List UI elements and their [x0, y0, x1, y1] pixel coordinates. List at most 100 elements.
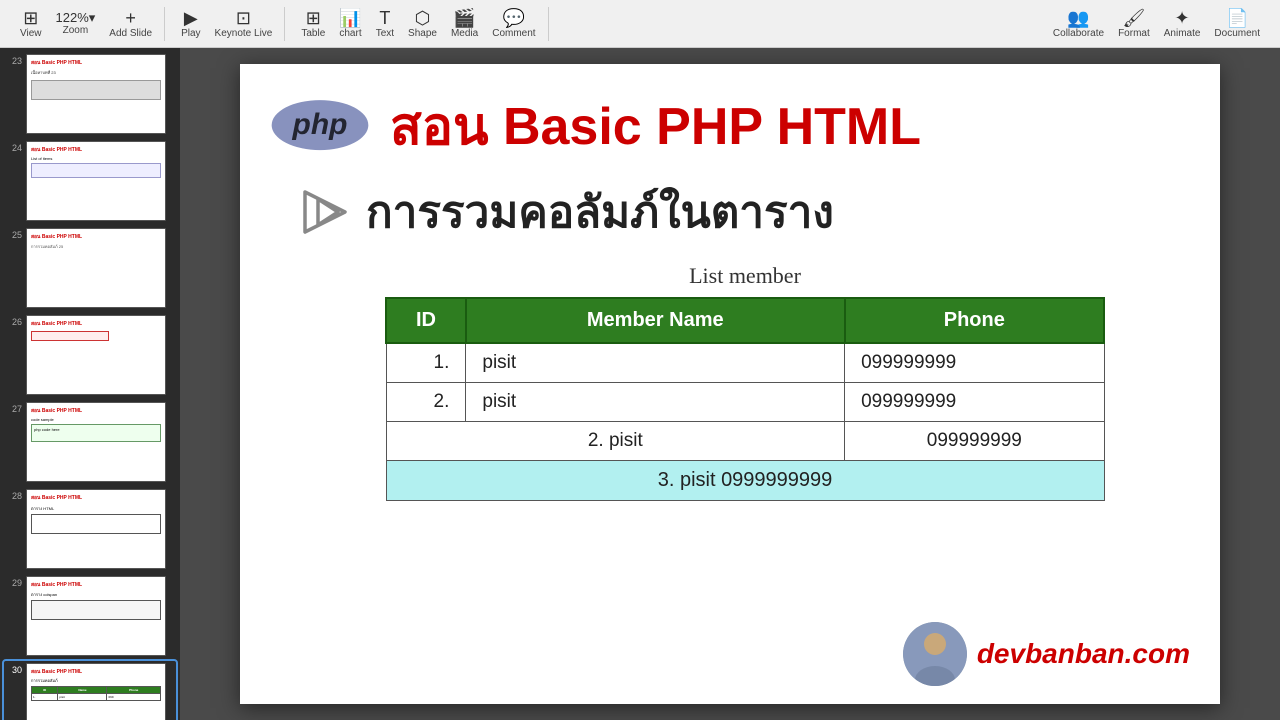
view-icon: ⊞ — [23, 9, 38, 27]
slide-preview-23: สอน Basic PHP HTML เนื้อหาบทที่ 23 — [26, 54, 166, 134]
add-slide-button[interactable]: + Add Slide — [103, 7, 158, 41]
cell-merged-id-name: 2. pisit — [386, 422, 845, 461]
insert-group: ⊞ Table 📊 chart T Text ⬡ Shape 🎬 Media 💬… — [289, 7, 548, 41]
list-member-caption: List member — [300, 263, 1190, 289]
slide-title: สอน Basic PHP HTML — [390, 84, 921, 167]
cell-id-1: 1. — [386, 343, 466, 383]
slide-preview-26: สอน Basic PHP HTML — [26, 315, 166, 395]
slide-num-26: 26 — [6, 317, 22, 327]
table-header-phone: Phone — [845, 298, 1104, 343]
text-icon: T — [379, 9, 390, 27]
format-icon: 🖌 — [1122, 9, 1145, 27]
collaborate-icon: 👥 — [1067, 9, 1089, 27]
text-label: Text — [376, 28, 394, 39]
slide-num-25: 25 — [6, 230, 22, 240]
document-button[interactable]: 📄 Document — [1208, 7, 1266, 41]
add-slide-icon: + — [125, 9, 136, 27]
slide-num-30: 30 — [6, 665, 22, 675]
avatar — [903, 622, 967, 686]
slide-preview-29: สอน Basic PHP HTML ตาราง colspan — [26, 576, 166, 656]
table-label: Table — [301, 28, 325, 39]
animate-button[interactable]: ✦ Animate — [1158, 7, 1207, 41]
slide-preview-24: สอน Basic PHP HTML List of items — [26, 141, 166, 221]
brand-url: devbanban.com — [977, 638, 1190, 670]
cell-full-merged: 3. pisit 0999999999 — [386, 461, 1104, 501]
cell-phone-3: 099999999 — [845, 422, 1104, 461]
table-icon: ⊞ — [306, 9, 321, 27]
slide-preview-28: สอน Basic PHP HTML ตาราง HTML — [26, 489, 166, 569]
view-label: View — [20, 28, 42, 39]
slide-thumb-26[interactable]: 26 สอน Basic PHP HTML — [4, 313, 176, 397]
slide-thumb-28[interactable]: 28 สอน Basic PHP HTML ตาราง HTML — [4, 487, 176, 571]
slide-thumb-24[interactable]: 24 สอน Basic PHP HTML List of items — [4, 139, 176, 223]
chart-icon: 📊 — [339, 9, 361, 27]
slide-preview-30: สอน Basic PHP HTML การรวมคอลัมภ์ IDNameP… — [26, 663, 166, 720]
slide-thumb-27[interactable]: 27 สอน Basic PHP HTML code sample php co… — [4, 400, 176, 484]
document-icon: 📄 — [1226, 9, 1248, 27]
media-button[interactable]: 🎬 Media — [445, 7, 484, 41]
keynote-live-icon: ⊡ — [236, 9, 251, 27]
cell-phone-2: 099999999 — [845, 383, 1104, 422]
table-row: 2. pisit 099999999 — [386, 383, 1104, 422]
main-area: 23 สอน Basic PHP HTML เนื้อหาบทที่ 23 24… — [0, 48, 1280, 720]
slide-num-24: 24 — [6, 143, 22, 153]
table-button[interactable]: ⊞ Table — [295, 7, 331, 41]
text-button[interactable]: T Text — [370, 7, 400, 41]
php-logo: php — [270, 98, 370, 153]
media-label: Media — [451, 28, 478, 39]
slide-thumb-30[interactable]: 30 สอน Basic PHP HTML การรวมคอลัมภ์ IDNa… — [4, 661, 176, 720]
comment-label: Comment — [492, 28, 535, 39]
zoom-button[interactable]: 122%▾ Zoom — [50, 9, 102, 38]
toolbar: ⊞ View 122%▾ Zoom + Add Slide ▶ Play ⊡ K… — [0, 0, 1280, 48]
slide-panel: 23 สอน Basic PHP HTML เนื้อหาบทที่ 23 24… — [0, 48, 180, 720]
avatar-image — [903, 622, 967, 686]
section-heading: การรวมคอลัมภ์ในตาราง — [300, 177, 1190, 247]
collaborate-button[interactable]: 👥 Collaborate — [1047, 7, 1110, 41]
slide-preview-27: สอน Basic PHP HTML code sample php code … — [26, 402, 166, 482]
play-icon: ▶ — [184, 9, 198, 27]
collaborate-label: Collaborate — [1053, 28, 1104, 39]
slide-num-29: 29 — [6, 578, 22, 588]
play-label: Play — [181, 28, 200, 39]
shape-icon: ⬡ — [415, 9, 431, 27]
cell-name-2: pisit — [466, 383, 845, 422]
canvas-area: php สอน Basic PHP HTML การรวมคอลัมภ์ในตา… — [180, 48, 1280, 720]
slide-num-23: 23 — [6, 56, 22, 66]
play-button[interactable]: ▶ Play — [175, 7, 206, 41]
document-label: Document — [1214, 28, 1260, 39]
slide-thumb-25[interactable]: 25 สอน Basic PHP HTML การรวมคอลัมภ์ 25 — [4, 226, 176, 310]
data-table: ID Member Name Phone 1. pisit 099999999 — [385, 297, 1105, 501]
play-triangle-icon — [300, 187, 350, 237]
shape-label: Shape — [408, 28, 437, 39]
slide-preview-25: สอน Basic PHP HTML การรวมคอลัมภ์ 25 — [26, 228, 166, 308]
comment-button[interactable]: 💬 Comment — [486, 7, 541, 41]
comment-icon: 💬 — [503, 9, 525, 27]
slide-header: php สอน Basic PHP HTML — [240, 64, 1220, 177]
table-row-full-merge: 3. pisit 0999999999 — [386, 461, 1104, 501]
shape-button[interactable]: ⬡ Shape — [402, 7, 443, 41]
slide-num-28: 28 — [6, 491, 22, 501]
format-button[interactable]: 🖌 Format — [1112, 7, 1156, 41]
branding: devbanban.com — [903, 622, 1190, 686]
chart-label: chart — [339, 28, 361, 39]
slide-body: การรวมคอลัมภ์ในตาราง List member ID Memb… — [240, 177, 1220, 511]
table-header-id: ID — [386, 298, 466, 343]
slide-thumb-23[interactable]: 23 สอน Basic PHP HTML เนื้อหาบทที่ 23 — [4, 52, 176, 136]
view-button[interactable]: ⊞ View — [14, 7, 48, 41]
cell-id-2: 2. — [386, 383, 466, 422]
section-title: การรวมคอลัมภ์ในตาราง — [366, 177, 834, 247]
zoom-icon: 122%▾ — [56, 11, 96, 24]
right-tools-group: 👥 Collaborate 🖌 Format ✦ Animate 📄 Docum… — [1041, 7, 1272, 41]
animate-icon: ✦ — [1175, 9, 1190, 27]
playback-group: ▶ Play ⊡ Keynote Live — [169, 7, 285, 41]
cell-name-1: pisit — [466, 343, 845, 383]
zoom-label: Zoom — [63, 25, 89, 36]
table-row: 1. pisit 099999999 — [386, 343, 1104, 383]
format-label: Format — [1118, 28, 1150, 39]
table-header-name: Member Name — [466, 298, 845, 343]
keynote-live-button[interactable]: ⊡ Keynote Live — [209, 7, 279, 41]
animate-label: Animate — [1164, 28, 1201, 39]
slide-thumb-29[interactable]: 29 สอน Basic PHP HTML ตาราง colspan — [4, 574, 176, 658]
svg-text:php: php — [292, 108, 348, 141]
chart-button[interactable]: 📊 chart — [333, 7, 367, 41]
